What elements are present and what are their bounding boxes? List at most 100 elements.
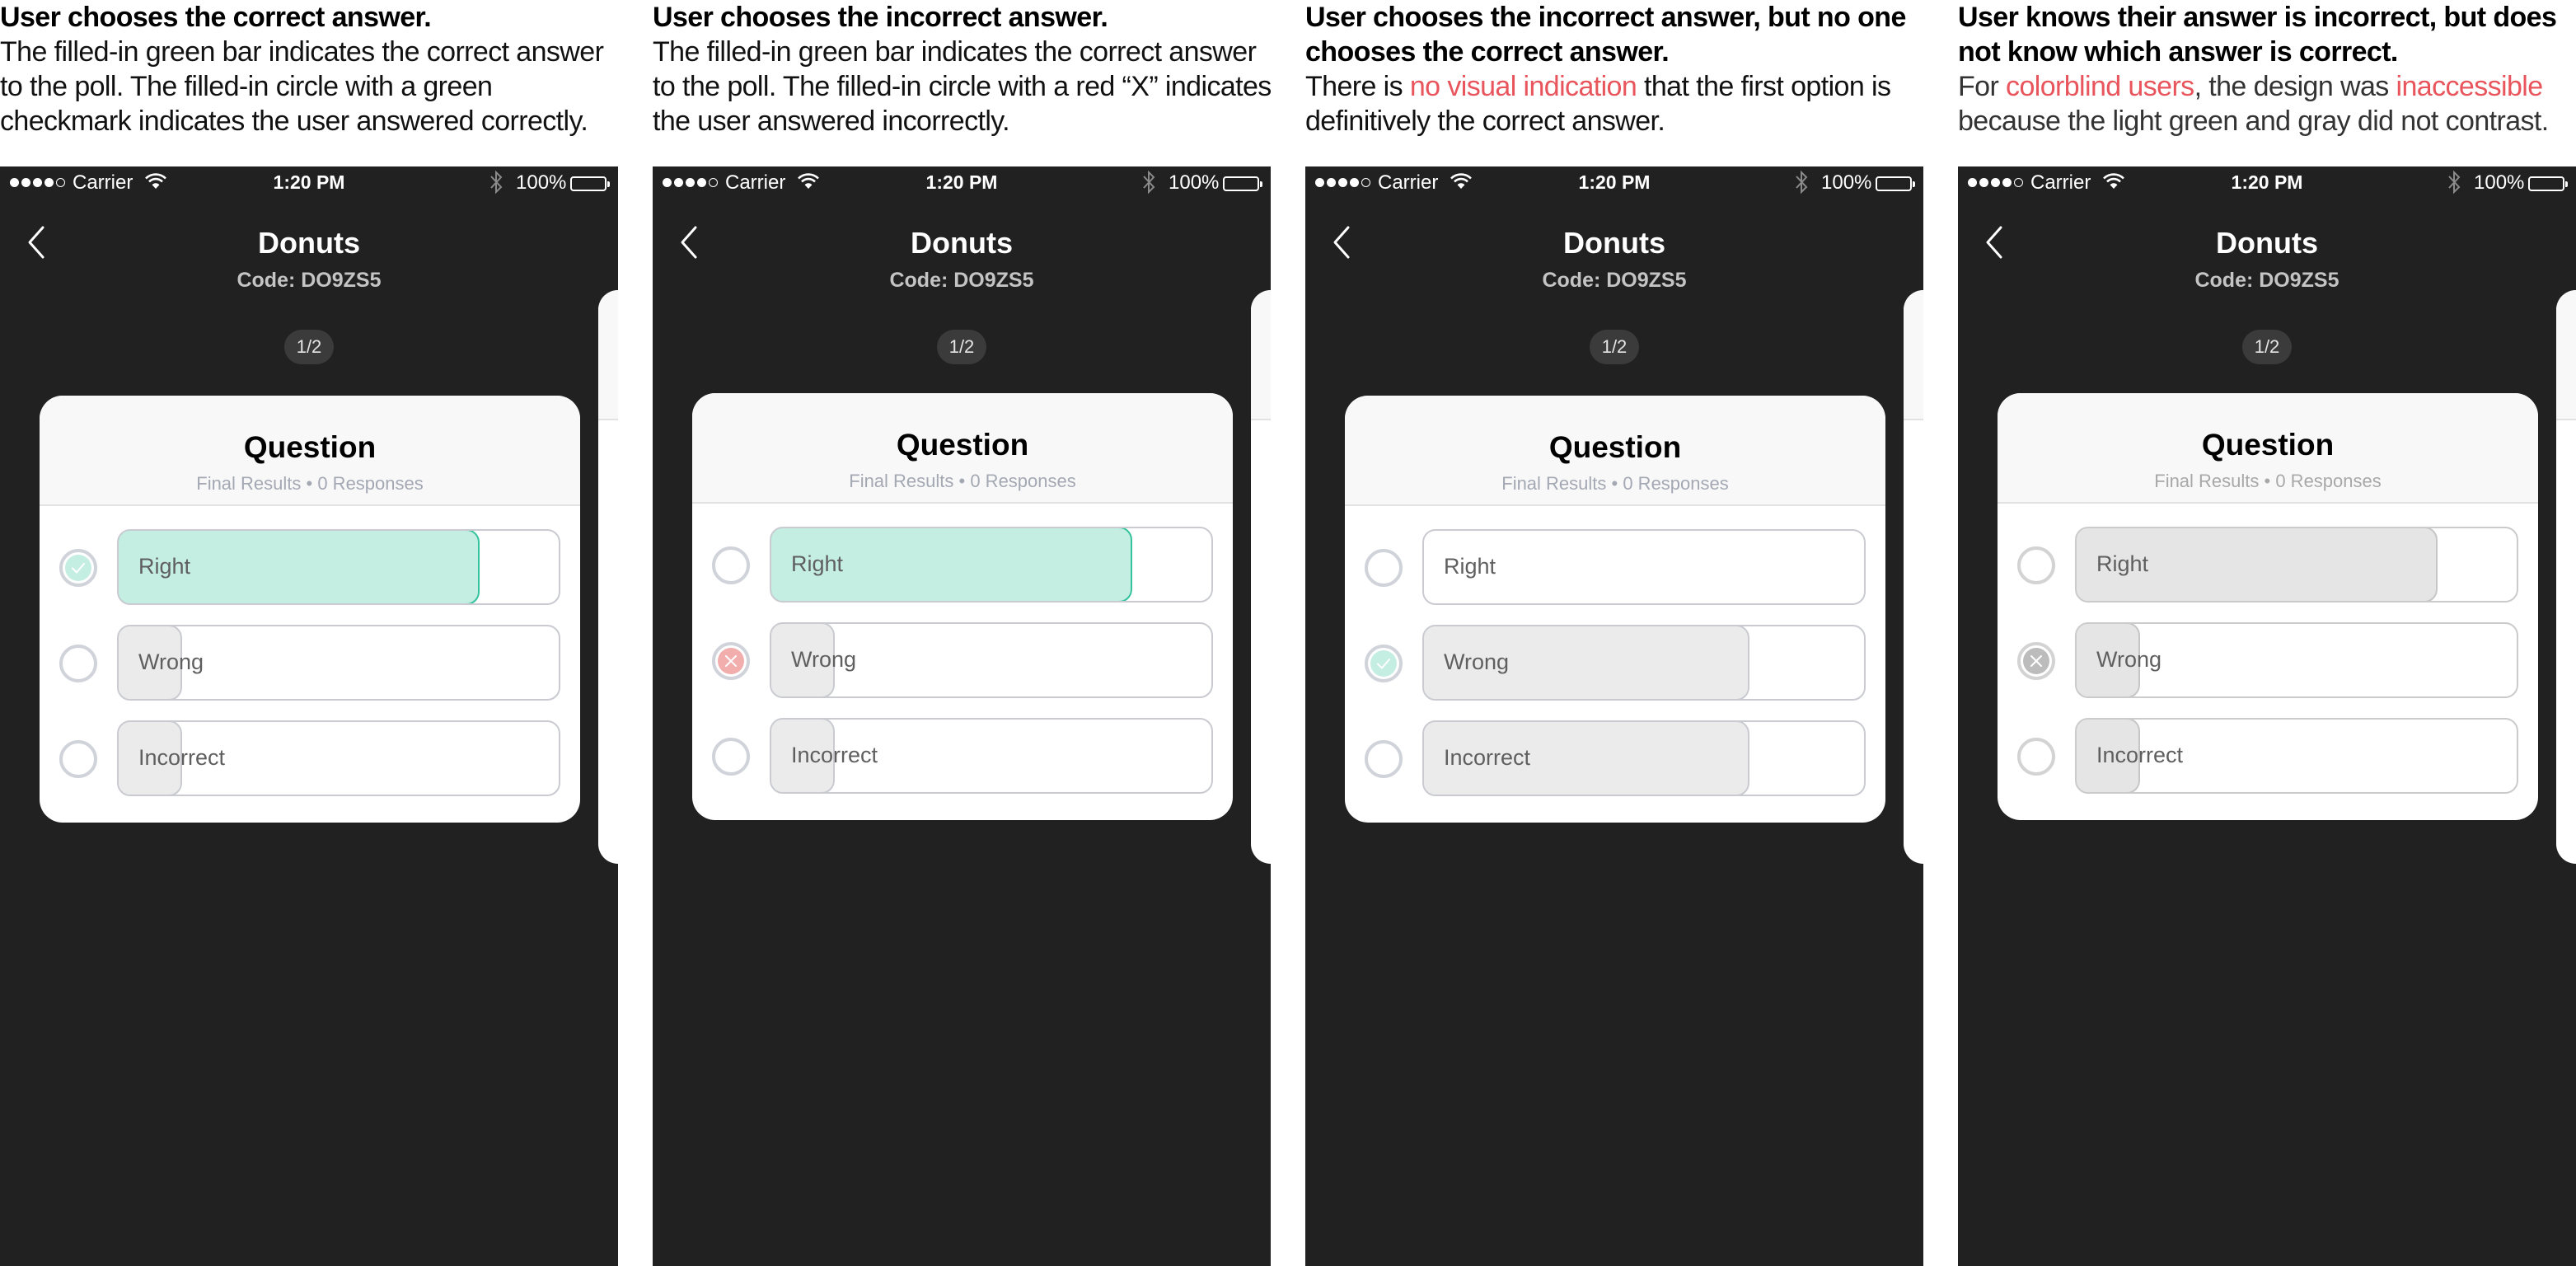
question-results-summary: Final Results • 0 Responses bbox=[1501, 473, 1729, 494]
highlighted-phrase: no visual indication bbox=[1409, 71, 1637, 102]
answer-radio[interactable] bbox=[1365, 740, 1403, 778]
poll-title: Donuts bbox=[1563, 226, 1665, 260]
question-card: Question Final Results • 0 Responses Rig… bbox=[692, 393, 1233, 820]
description-text: The filled-in green bar indicates the co… bbox=[653, 36, 1272, 137]
next-question-card-peek[interactable] bbox=[2556, 290, 2576, 864]
poll-code: Code: DO9ZS5 bbox=[1542, 269, 1687, 292]
description-text: There is bbox=[1305, 71, 1410, 102]
answer-option-wrong[interactable]: Wrong bbox=[1998, 622, 2538, 698]
check-circle-icon bbox=[65, 555, 91, 581]
answer-radio[interactable] bbox=[2017, 738, 2055, 776]
status-bar: Carrier 1:20 PM 100% bbox=[653, 166, 1271, 199]
scenario-column-1: User chooses the correct answer. The fil… bbox=[0, 0, 618, 1266]
next-question-card-peek[interactable] bbox=[1904, 290, 1923, 864]
answer-option-wrong[interactable]: Wrong bbox=[40, 625, 580, 701]
bluetooth-icon bbox=[2448, 170, 2461, 195]
page-indicator: 1/2 bbox=[2242, 330, 2292, 364]
question-results-summary: Final Results • 0 Responses bbox=[196, 473, 424, 494]
battery-icon bbox=[1876, 176, 1915, 191]
result-bar[interactable]: Incorrect bbox=[2075, 718, 2518, 794]
scenario-title: User chooses the correct answer. bbox=[0, 2, 432, 33]
answer-option-wrong[interactable]: Wrong bbox=[692, 622, 1233, 698]
result-bar[interactable]: Wrong bbox=[2075, 622, 2518, 698]
answer-radio[interactable] bbox=[59, 549, 97, 587]
answer-option-right[interactable]: Right bbox=[692, 527, 1233, 603]
result-bar[interactable]: Right bbox=[2075, 527, 2518, 603]
answer-radio[interactable] bbox=[712, 642, 750, 680]
battery-percent: 100% bbox=[1821, 171, 1872, 194]
answer-option-incorrect[interactable]: Incorrect bbox=[1345, 720, 1885, 796]
question-results-summary: Final Results • 0 Responses bbox=[849, 471, 1076, 491]
highlighted-phrase: colorblind users bbox=[2006, 71, 2194, 102]
answer-label: Incorrect bbox=[1444, 745, 1531, 770]
answer-radio[interactable] bbox=[59, 645, 97, 682]
answer-radio[interactable] bbox=[2017, 546, 2055, 584]
battery-percent: 100% bbox=[516, 171, 567, 194]
scenario-caption: User chooses the incorrect answer. The f… bbox=[653, 0, 1279, 138]
answer-radio[interactable] bbox=[712, 738, 750, 776]
result-bar[interactable]: Right bbox=[1422, 529, 1866, 605]
description-text: For bbox=[1958, 71, 2007, 102]
answer-option-right[interactable]: Right bbox=[1998, 527, 2538, 603]
poll-title: Donuts bbox=[258, 226, 360, 260]
result-bar[interactable]: Wrong bbox=[770, 622, 1213, 698]
answer-option-incorrect[interactable]: Incorrect bbox=[692, 718, 1233, 794]
answer-option-right[interactable]: Right bbox=[1345, 529, 1885, 605]
result-bar[interactable]: Wrong bbox=[1422, 625, 1866, 701]
highlighted-phrase: inaccessible bbox=[2396, 71, 2544, 102]
answer-radio[interactable] bbox=[1365, 645, 1403, 682]
next-question-card-peek[interactable] bbox=[1251, 290, 1271, 864]
poll-title: Donuts bbox=[911, 226, 1013, 260]
result-bar[interactable]: Right bbox=[117, 529, 560, 605]
bluetooth-icon bbox=[1143, 170, 1155, 195]
result-bar[interactable]: Incorrect bbox=[1422, 720, 1866, 796]
answer-label: Right bbox=[1444, 554, 1496, 579]
x-circle-icon bbox=[2023, 648, 2049, 674]
scenario-description: The filled-in green bar indicates the co… bbox=[653, 35, 1279, 138]
question-title: Question bbox=[2201, 428, 2335, 462]
answer-label: Right bbox=[138, 554, 191, 579]
result-bar[interactable]: Wrong bbox=[117, 625, 560, 701]
status-bar: Carrier 1:20 PM 100% bbox=[1305, 166, 1923, 199]
battery-icon bbox=[2528, 176, 2568, 191]
poll-code: Code: DO9ZS5 bbox=[2194, 269, 2339, 292]
question-title: Question bbox=[1548, 430, 1682, 464]
answer-radio[interactable] bbox=[712, 546, 750, 584]
question-results-summary: Final Results • 0 Responses bbox=[2154, 471, 2382, 491]
scenario-column-2: User chooses the incorrect answer. The f… bbox=[653, 0, 1272, 1266]
phone-screen: Carrier 1:20 PM 100% Donuts Code: DO9ZS5… bbox=[1958, 166, 2576, 1266]
answer-option-wrong[interactable]: Wrong bbox=[1345, 625, 1885, 701]
scenario-caption: User chooses the incorrect answer, but n… bbox=[1305, 0, 1932, 138]
x-circle-icon bbox=[718, 648, 744, 674]
answer-label: Wrong bbox=[1444, 649, 1510, 674]
question-title: Question bbox=[896, 428, 1029, 462]
answer-radio[interactable] bbox=[2017, 642, 2055, 680]
bluetooth-icon bbox=[490, 170, 503, 195]
question-card-header: Question Final Results • 0 Responses bbox=[692, 393, 1233, 504]
answer-radio[interactable] bbox=[1365, 549, 1403, 587]
result-bar[interactable]: Right bbox=[770, 527, 1213, 603]
question-card-header: Question Final Results • 0 Responses bbox=[1998, 393, 2538, 504]
answer-label: Incorrect bbox=[138, 745, 226, 770]
answer-option-right[interactable]: Right bbox=[40, 529, 580, 605]
phone-screen: Carrier 1:20 PM 100% Donuts Code: DO9ZS5… bbox=[653, 166, 1271, 1266]
answer-option-incorrect[interactable]: Incorrect bbox=[40, 720, 580, 796]
answer-label: Right bbox=[791, 551, 844, 576]
check-circle-icon bbox=[1370, 650, 1397, 677]
scenario-description: For colorblind users, the design was ina… bbox=[1958, 69, 2576, 138]
scenario-caption: User knows their answer is incorrect, bu… bbox=[1958, 0, 2576, 138]
next-question-card-peek[interactable] bbox=[598, 290, 618, 864]
description-text: because the light green and gray did not… bbox=[1958, 106, 2549, 137]
result-bar[interactable]: Incorrect bbox=[770, 718, 1213, 794]
answer-option-incorrect[interactable]: Incorrect bbox=[1998, 718, 2538, 794]
scenario-description: The filled-in green bar indicates the co… bbox=[0, 35, 626, 138]
scenario-column-4: User knows their answer is incorrect, bu… bbox=[1958, 0, 2576, 1266]
result-bar[interactable]: Incorrect bbox=[117, 720, 560, 796]
poll-title: Donuts bbox=[2216, 226, 2318, 260]
battery-icon bbox=[570, 176, 610, 191]
page-indicator: 1/2 bbox=[284, 330, 334, 364]
answer-radio[interactable] bbox=[59, 740, 97, 778]
poll-code: Code: DO9ZS5 bbox=[237, 269, 382, 292]
battery-percent: 100% bbox=[1169, 171, 1220, 194]
description-text: The filled-in green bar indicates the co… bbox=[0, 36, 604, 137]
